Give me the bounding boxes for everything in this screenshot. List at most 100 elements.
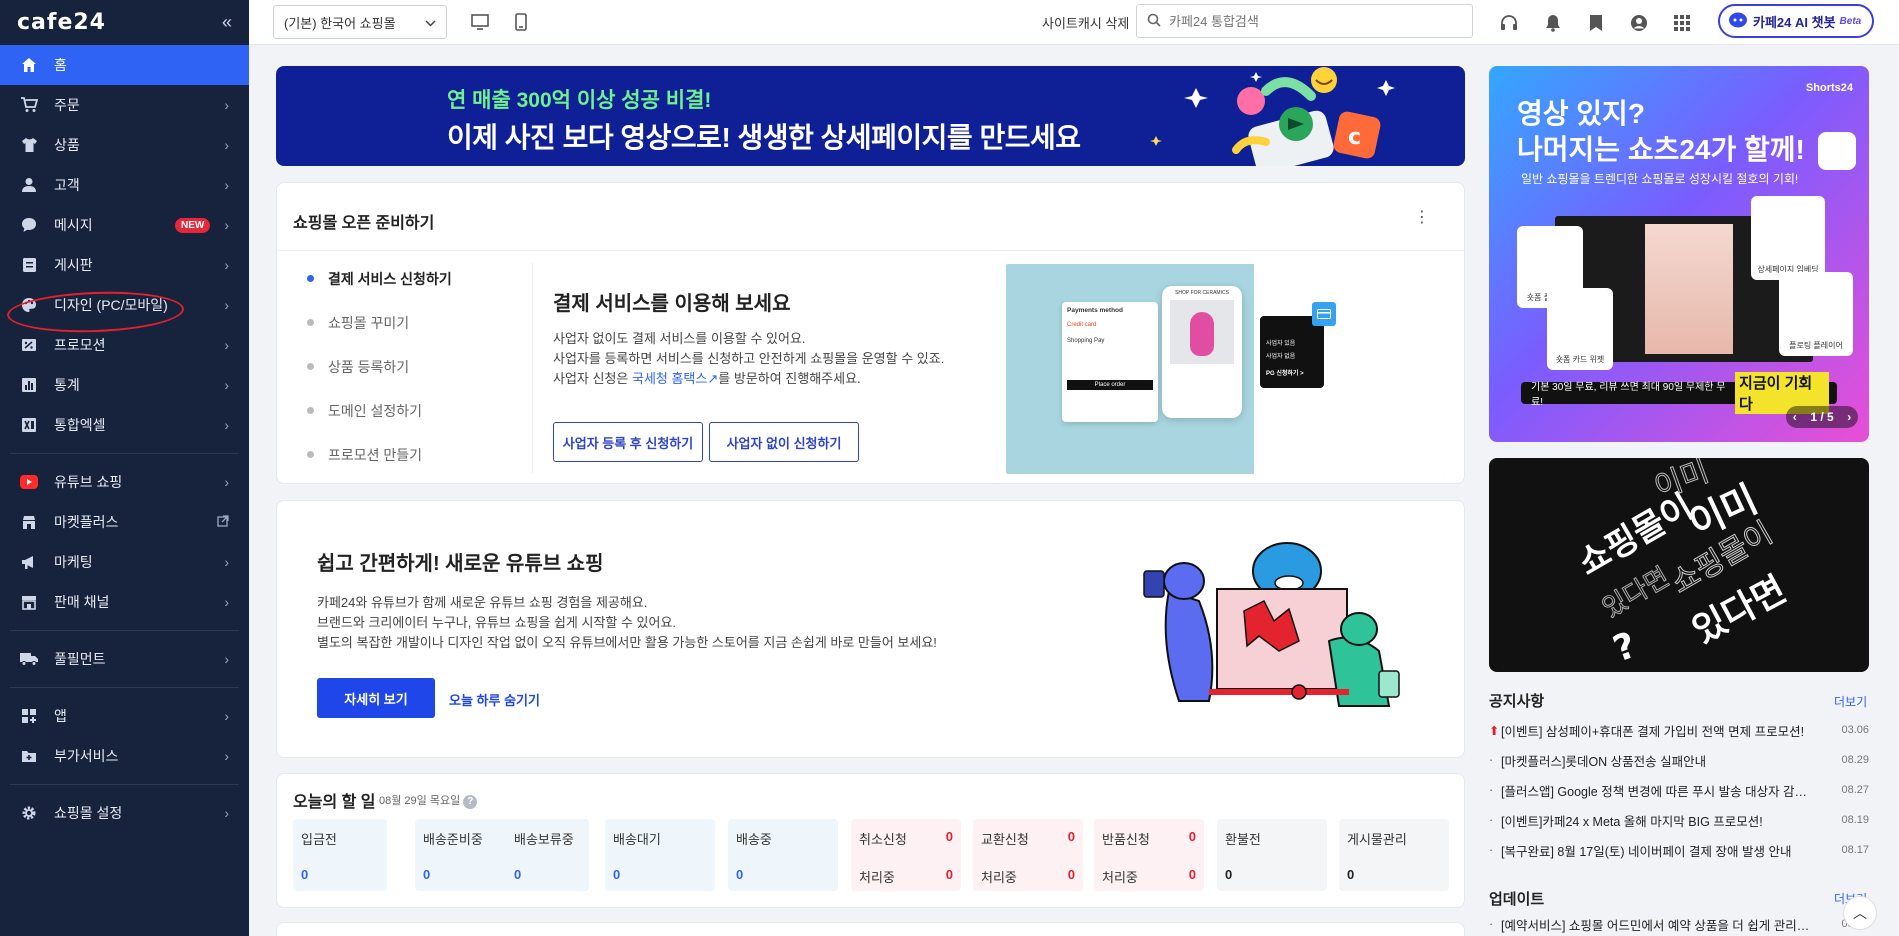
todo-sub-count[interactable]: 0 [1189,867,1196,882]
todo-shipping-in-progress[interactable]: 배송중 0 [728,819,838,891]
sidebar-item-sales-channel[interactable]: 판매 채널 › [0,582,249,622]
scroll-to-top-button[interactable]: ︿ [1843,896,1877,930]
sidebar-item-excel[interactable]: 통합엑셀 › [0,405,249,445]
sidebar-item-fulfillment[interactable]: 풀필먼트 › [0,639,249,679]
step-decorate-shop[interactable]: 쇼핑몰 꾸미기 [307,313,452,357]
step-domain-setup[interactable]: 도메인 설정하기 [307,401,452,445]
search-input[interactable] [1169,13,1449,29]
carousel-prev-button[interactable]: ‹ [1793,410,1797,424]
sidebar-item-promotion[interactable]: 프로모션 › [0,325,249,365]
todo-refund-pending[interactable]: 환불전 0 [1217,819,1327,891]
apply-after-registration-button[interactable]: 사업자 등록 후 신청하기 [553,422,703,462]
todo-sub-count[interactable]: 0 [1068,867,1075,882]
ai-chatbot-label: 카페24 AI 챗봇 [1753,14,1836,30]
notice-item[interactable]: · [복구완료] 8월 17일(토) 네이버페이 결제 장애 발생 안내 08.17 [1489,835,1869,865]
notices-more-link[interactable]: 더보기 [1834,693,1867,710]
todo-count[interactable]: 0 [1189,829,1196,844]
todo-count[interactable]: 0 [514,867,521,882]
carousel-page-indicator: 1 / 5 [1810,410,1834,424]
headset-icon[interactable] [1498,12,1520,34]
sidebar-item-design[interactable]: 디자인 (PC/모바일) › [0,285,249,325]
desc-line: 사업자를 등록하면 서비스를 신청하고 안전하게 쇼핑몰을 운영할 수 있죠. [553,351,945,366]
todo-sub-count[interactable]: 0 [946,867,953,882]
vase-shape [1190,312,1214,356]
desc-text: 사업자 신청은 [553,371,632,386]
todo-count[interactable]: 0 [423,867,430,882]
bookmark-icon[interactable] [1585,12,1607,34]
desc-text: 를 방문하여 진행해주세요. [718,371,861,386]
chat-bubble-icon [20,216,38,234]
promo-subtext: 일반 쇼핑몰을 트렌디한 쇼핑몰로 성장시킬 절호의 기회! [1521,172,1799,186]
sidebar-item-board[interactable]: 게시판 › [0,245,249,285]
chevron-right-icon: › [224,257,229,273]
sidebar-item-stats[interactable]: 통계 › [0,365,249,405]
card-title: 오늘의 할 일 [293,794,376,811]
desktop-icon[interactable] [470,12,490,32]
bell-icon[interactable] [1542,12,1564,34]
hometax-link[interactable]: 국세청 홈택스↗ [632,371,718,386]
more-vertical-icon[interactable]: ⋮ [1414,207,1430,227]
sidebar-item-marketplus[interactable]: 마켓플러스 [0,502,249,542]
apply-without-business-button[interactable]: 사업자 없이 신청하기 [709,422,859,462]
todo-count[interactable]: 0 [301,867,308,882]
todo-exchange-request[interactable]: 교환신청 0 처리중 0 [973,819,1083,891]
cafe24-logo[interactable]: cafe24 [17,10,106,35]
carousel-next-button[interactable]: › [1847,410,1851,424]
integrated-search[interactable] [1136,4,1473,38]
sidebar-item-marketing[interactable]: 마케팅 › [0,542,249,582]
step-payment-service[interactable]: 결제 서비스 신청하기 [307,269,452,313]
apps-grid-icon[interactable] [1671,12,1693,34]
dark-typography-promo[interactable]: 이미 쇼핑몰이 이미 쇼핑몰이 있다면 있다면 ? [1489,458,1869,672]
sidebar-item-product[interactable]: 상품 › [0,125,249,165]
step-register-product[interactable]: 상품 등록하기 [307,357,452,401]
sidebar-item-app[interactable]: 앱 › [0,696,249,736]
sidebar-item-message[interactable]: 메시지 NEW › [0,205,249,245]
todo-cancel-request[interactable]: 취소신청 0 처리중 0 [851,819,961,891]
pin-icon: ⬆ [1489,723,1500,738]
sidebar-item-order[interactable]: 주문 › [0,85,249,125]
updates-title: 업데이트 [1489,891,1545,908]
app-grid-icon [20,707,38,725]
todo-payment-pending[interactable]: 입금전 0 [293,819,387,891]
shorts24-promo-carousel[interactable]: Shorts24 영상 있지? 나머지는 쇼츠24가 할께! 일반 쇼핑몰을 트… [1489,66,1869,442]
todo-count[interactable]: 0 [1225,867,1232,882]
help-icon[interactable]: ? [463,795,478,809]
sidebar-item-settings[interactable]: 쇼핑몰 설정 › [0,793,249,833]
detail-view-button[interactable]: 자세히 보기 [317,678,435,718]
step-create-promotion[interactable]: 프로모션 만들기 [307,445,452,489]
todo-count[interactable]: 0 [1347,867,1354,882]
sidebar-item-customer[interactable]: 고객 › [0,165,249,205]
todo-return-request[interactable]: 반품신청 0 처리중 0 [1094,819,1204,891]
update-item[interactable]: ·[예약서비스] 쇼핑몰 어드민에서 예약 상품을 더 쉽게 관리…08.28 [1489,912,1869,936]
notice-item[interactable]: · [이벤트]카페24 x Meta 올해 마지막 BIG 프로모션! 08.19 [1489,805,1869,835]
sidebar-item-home[interactable]: 홈 [0,45,249,85]
notice-item[interactable]: ⬆ [이벤트] 삼성페이+휴대폰 결제 가입비 전액 면제 프로모션! 03.06 [1489,715,1869,745]
notice-item[interactable]: · [플러스앱] Google 정책 변경에 따른 푸시 발송 대상자 감… 08.… [1489,775,1869,805]
todo-count[interactable]: 0 [1068,829,1075,844]
sidebar-item-addon-service[interactable]: 부가서비스 › [0,736,249,776]
mobile-icon[interactable] [511,12,531,32]
top-promo-banner[interactable]: 연 매출 300억 이상 성공 비결! 이제 사진 보다 영상으로! 생생한 상… [276,66,1465,166]
todo-shipping-waiting[interactable]: 배송대기 0 [605,819,715,891]
todo-post-management[interactable]: 게시물관리 0 [1339,819,1449,891]
ai-chatbot-button[interactable]: 카페24 AI 챗봇 Beta [1718,4,1874,38]
todo-count[interactable]: 0 [946,829,953,844]
notice-item[interactable]: · [마켓플러스]롯데ON 상품전송 실패안내 08.29 [1489,745,1869,775]
todo-count[interactable]: 0 [613,867,620,882]
model-photo [1645,224,1733,354]
collapse-sidebar-icon[interactable]: « [222,12,232,33]
notices-title: 공지사항 [1489,693,1545,710]
account-circle-icon[interactable] [1628,12,1650,34]
mall-select-dropdown[interactable]: (기본) 한국어 쇼핑몰 [273,5,447,39]
hide-today-link[interactable]: 오늘 하루 숨기기 [449,690,540,709]
todo-label: 교환신청 [981,832,1029,847]
section-heading: 결제 서비스를 이용해 보세요 [553,293,791,315]
todo-count[interactable]: 0 [736,867,743,882]
site-cache-delete-link[interactable]: 사이트캐시 삭제 [1042,13,1129,32]
youtube-shopping-card: 쉽고 간편하게! 새로운 유튜브 쇼핑 카페24와 유튜브가 함께 새로운 유튜… [276,500,1465,758]
sidebar-item-label: 게시판 [54,257,93,273]
sidebar-item-youtube-shopping[interactable]: 유튜브 쇼핑 › [0,462,249,502]
desc-line: 브랜드와 크리에이터 누구나, 유튜브 쇼핑을 쉽게 시작할 수 있어요. [317,615,677,630]
todo-label: 배송대기 [613,832,661,847]
board-icon [20,256,38,274]
